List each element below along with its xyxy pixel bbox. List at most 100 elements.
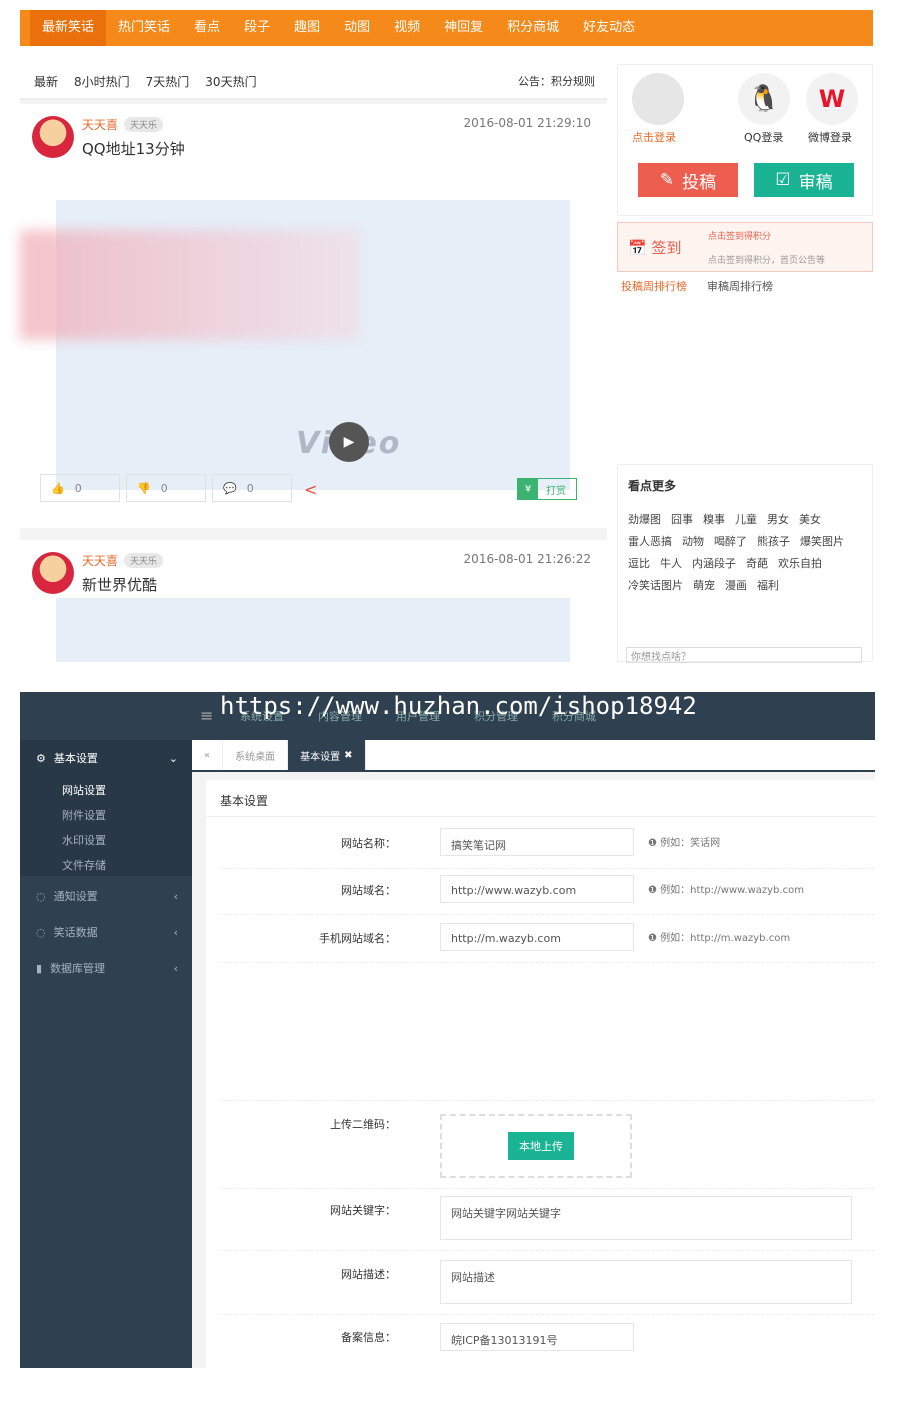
tab-basic-settings[interactable]: 基本设置 ✖ <box>288 740 366 770</box>
sidebar-group-jokes[interactable]: ◌ 笑话数据 ‹ <box>20 914 192 950</box>
sidebar-group-basic[interactable]: ⚙ 基本设置 ⌄ <box>20 740 192 776</box>
tag-link[interactable]: 熊孩子 <box>757 533 790 549</box>
sidebar-item-watermark[interactable]: 水印设置 <box>62 832 106 848</box>
like-button[interactable]: 👍 0 <box>40 474 120 502</box>
nav-item-latest[interactable]: 最新笑话 <box>30 10 107 46</box>
double-chevron-left-icon[interactable]: « <box>192 740 224 770</box>
nav-item-shenhuifu[interactable]: 神回复 <box>432 10 495 46</box>
comment-button[interactable]: 💬 0 <box>212 474 292 502</box>
tag-link[interactable]: 雷人恶搞 <box>628 533 672 549</box>
tag-link[interactable]: 漫画 <box>725 577 747 593</box>
avatar[interactable] <box>32 116 74 158</box>
tab-submit-rank[interactable]: 投稿周排行榜 <box>621 278 687 294</box>
thumbs-down-icon: 👎 <box>137 481 151 495</box>
chevron-left-icon: ‹ <box>173 889 178 903</box>
tag-link[interactable]: 牛人 <box>660 555 682 571</box>
dislike-count: 0 <box>160 481 168 495</box>
tag-link[interactable]: 动物 <box>682 533 704 549</box>
nav-item-hot[interactable]: 热门笑话 <box>106 10 182 46</box>
tag-link[interactable]: 男女 <box>767 511 789 527</box>
settings-form: 基本设置 网站名称： 搞笑笔记网 ❶ 例如：笑话网 网站域名： http://w… <box>206 780 875 1368</box>
post-time: 2016-08-01 21:26:22 <box>463 552 591 566</box>
tab-latest[interactable]: 最新 <box>26 73 66 90</box>
admin-panel: ≡ 系统设置 内容管理 用户管理 积分管理 积分商城 https://www.h… <box>20 692 875 1368</box>
tip-button[interactable]: ¥ 打赏 <box>517 478 577 500</box>
dislike-button[interactable]: 👎 0 <box>126 474 206 502</box>
qq-icon[interactable]: 🐧 <box>738 73 790 125</box>
hamburger-icon[interactable]: ≡ <box>200 706 213 725</box>
divider <box>220 914 875 915</box>
nav-item-shop[interactable]: 积分商城 <box>495 10 571 46</box>
description-textarea[interactable]: 网站描述 <box>440 1260 852 1304</box>
post-username[interactable]: 天天喜 <box>82 116 118 133</box>
tab-review-rank[interactable]: 审稿周排行榜 <box>707 278 773 294</box>
sidebar-group-label: 通知设置 <box>53 890 98 903</box>
icp-input[interactable]: 皖ICP备13013191号 <box>440 1323 634 1351</box>
mobile-domain-input[interactable]: http://m.wazyb.com <box>440 923 634 951</box>
admin-main: « 系统桌面 基本设置 ✖ 基本设置 网站名称： 搞笑笔记网 ❶ 例如：笑话网 网… <box>192 740 875 1368</box>
share-icon[interactable]: < <box>304 480 317 499</box>
post-title[interactable]: QQ地址13分钟 <box>82 138 185 159</box>
tag-link[interactable]: 劲爆图 <box>628 511 661 527</box>
tag-link[interactable]: 萌宠 <box>693 577 715 593</box>
sign-in-label: 签到 <box>651 239 682 257</box>
site-name-input[interactable]: 搞笑笔记网 <box>440 828 634 856</box>
divider <box>220 1250 875 1251</box>
tag-search-input[interactable]: 你想找点啥？ <box>626 647 862 663</box>
info-icon: ❶ <box>648 838 661 849</box>
tag-link[interactable]: 儿童 <box>735 511 757 527</box>
tag-link[interactable]: 奇葩 <box>746 555 768 571</box>
tab-30d-hot[interactable]: 30天热门 <box>197 73 264 90</box>
notice-link[interactable]: 公告：积分规则 <box>518 73 595 89</box>
tags-title: 看点更多 <box>628 479 677 493</box>
weibo-login-link[interactable]: 微博登录 <box>808 129 852 145</box>
nav-item-dongtu[interactable]: 动图 <box>332 10 382 46</box>
default-avatar-icon[interactable] <box>632 73 684 125</box>
sidebar-item-storage[interactable]: 文件存储 <box>62 857 106 873</box>
tag-link[interactable]: 冷笑话图片 <box>628 577 683 593</box>
sidebar-group-database[interactable]: ▮ 数据库管理 ‹ <box>20 950 192 986</box>
tag-link[interactable]: 福利 <box>757 577 779 593</box>
tag-link[interactable]: 喝醉了 <box>714 533 747 549</box>
tag-link[interactable]: 欢乐自拍 <box>778 555 822 571</box>
admin-sidebar: ⚙ 基本设置 ⌄ 网站设置 附件设置 水印设置 文件存储 ◌ 通知设置 ‹ ◌ 笑话数据 ‹… <box>20 740 192 1368</box>
weibo-icon[interactable]: W <box>806 73 858 125</box>
local-upload-button[interactable]: 本地上传 <box>508 1132 574 1160</box>
domain-label: 网站域名： <box>341 884 396 897</box>
tab-8h-hot[interactable]: 8小时热门 <box>66 73 138 90</box>
review-button[interactable]: ☑ 审稿 <box>754 163 854 197</box>
nav-item-duanzi[interactable]: 段子 <box>232 10 282 46</box>
divider <box>220 1100 875 1101</box>
tab-7d-hot[interactable]: 7天热门 <box>138 73 198 90</box>
close-icon[interactable]: ✖ <box>344 750 352 761</box>
tag-link[interactable]: 囧事 <box>671 511 693 527</box>
tab-desktop[interactable]: 系统桌面 <box>223 740 289 770</box>
submit-joke-button[interactable]: ✎ 投稿 <box>638 163 738 197</box>
site-name-hint: ❶ 例如：笑话网 <box>648 834 720 849</box>
post-username[interactable]: 天天喜 <box>82 552 118 569</box>
video-player[interactable] <box>56 598 570 662</box>
user-level-badge: 天天乐 <box>124 117 164 132</box>
keywords-textarea[interactable]: 网站关键字网站关键字 <box>440 1196 852 1240</box>
calendar-icon: 📅 <box>628 239 652 257</box>
nav-item-qutu[interactable]: 趣图 <box>282 10 332 46</box>
sidebar-item-attachment[interactable]: 附件设置 <box>62 807 106 823</box>
qq-login-link[interactable]: QQ登录 <box>744 129 783 145</box>
tag-link[interactable]: 内涵段子 <box>692 555 736 571</box>
domain-input[interactable]: http://www.wazyb.com <box>440 875 634 903</box>
qr-upload-zone[interactable]: 本地上传 <box>440 1114 632 1178</box>
nav-item-friends[interactable]: 好友动态 <box>571 10 647 46</box>
tag-link[interactable]: 逗比 <box>628 555 650 571</box>
click-login-link[interactable]: 点击登录 <box>632 129 676 145</box>
post-title[interactable]: 新世界优酷 <box>82 574 157 595</box>
tag-link[interactable]: 糗事 <box>703 511 725 527</box>
play-icon[interactable]: ▶ <box>329 422 369 462</box>
tag-link[interactable]: 爆笑图片 <box>800 533 844 549</box>
nav-item-kandian[interactable]: 看点 <box>182 10 232 46</box>
avatar[interactable] <box>32 552 74 594</box>
tag-link[interactable]: 美女 <box>799 511 821 527</box>
sidebar-group-notify[interactable]: ◌ 通知设置 ‹ <box>20 878 192 914</box>
sidebar-item-site-settings[interactable]: 网站设置 <box>62 782 106 798</box>
sign-in-button[interactable]: 📅 签到 <box>628 237 681 258</box>
nav-item-video[interactable]: 视频 <box>382 10 432 46</box>
